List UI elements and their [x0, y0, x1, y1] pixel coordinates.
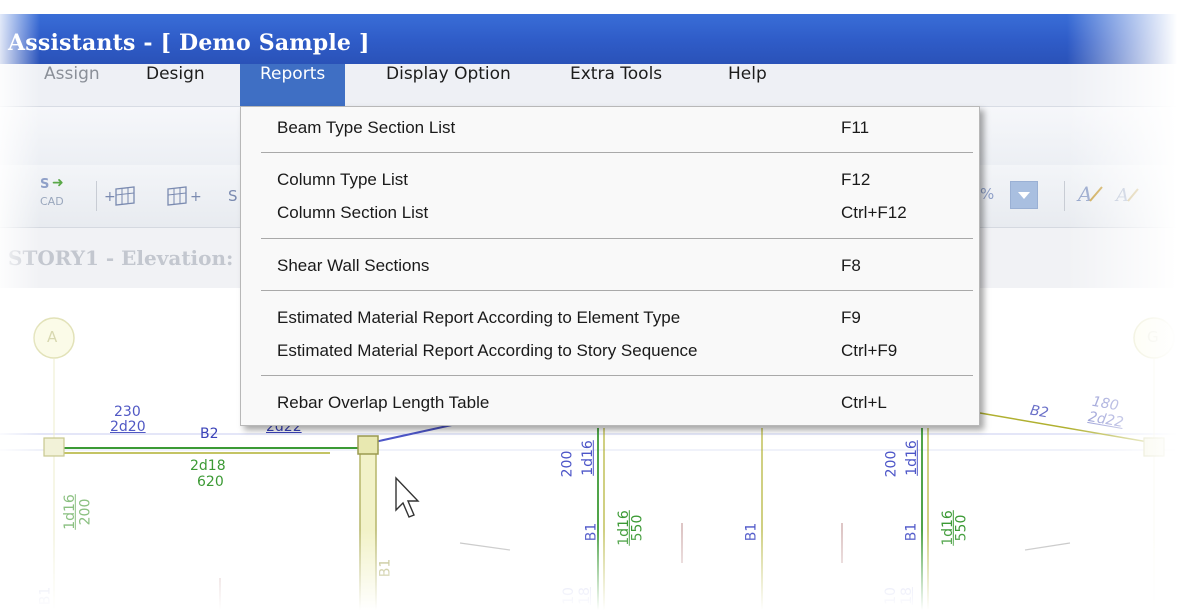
arrow-right-icon: ➜ — [52, 175, 64, 191]
menu-assign[interactable]: Assign — [44, 64, 100, 106]
beam-label: B2 — [200, 426, 219, 442]
menu-item-shortcut: F8 — [841, 256, 861, 275]
menu-divider — [261, 290, 973, 291]
window-title: Assistants - [ Demo Sample ] — [8, 30, 370, 56]
menu-item-shortcut: Ctrl+F12 — [841, 203, 907, 222]
menu-display-option[interactable]: Display Option — [386, 64, 511, 106]
svg-text:+: + — [190, 189, 202, 205]
menu-divider — [261, 152, 973, 153]
menu-item-material-report-element-type[interactable]: Estimated Material Report According to E… — [241, 303, 979, 333]
axis-label-a: A — [47, 328, 58, 346]
beam-label: 200 — [883, 450, 900, 478]
menu-item-label: Column Type List — [277, 170, 409, 189]
add-floor-icon[interactable]: + — [164, 181, 204, 211]
menu-item-material-report-story-sequence[interactable]: Estimated Material Report According to S… — [241, 336, 979, 366]
edge-fade — [0, 530, 1177, 610]
menu-item-label: Estimated Material Report According to E… — [277, 308, 681, 327]
menu-item-shortcut: F11 — [841, 118, 870, 137]
svg-text:+: + — [104, 189, 116, 205]
menu-item-shortcut: F9 — [841, 308, 861, 327]
menu-item-rebar-overlap-length-table[interactable]: Rebar Overlap Length Table Ctrl+L — [241, 388, 979, 418]
menu-item-column-section-list[interactable]: Column Section List Ctrl+F12 — [241, 198, 979, 228]
reports-menu: Beam Type Section List F11 Column Type L… — [240, 106, 980, 426]
title-bar: Assistants - [ Demo Sample ] — [0, 12, 1177, 64]
rebar-label: 2d18 — [190, 458, 226, 474]
column-node — [43, 437, 65, 457]
s-cad-top-label: S — [40, 177, 50, 192]
app-window: Assistants - [ Demo Sample ] Assign Desi… — [0, 0, 1177, 610]
menu-item-label: Estimated Material Report According to S… — [277, 341, 698, 360]
beam-label: 200 — [559, 450, 576, 478]
menu-item-shortcut: Ctrl+F9 — [841, 341, 898, 360]
rebar-label: 620 — [197, 474, 224, 490]
menu-item-shear-wall-sections[interactable]: Shear Wall Sections F8 — [241, 251, 979, 281]
toolbar-partial-s: S — [228, 187, 238, 205]
chevron-down-icon[interactable] — [1010, 181, 1038, 209]
menu-help[interactable]: Help — [728, 64, 767, 106]
edge-fade — [1067, 0, 1177, 610]
mouse-cursor-icon — [395, 476, 420, 518]
beam-label: 1d16 — [903, 440, 920, 476]
beam-label: 1d16 — [579, 440, 596, 476]
rebar-label: 1d16 — [61, 494, 78, 530]
toolbar-separator — [96, 181, 97, 211]
zoom-percent: % — [980, 185, 995, 203]
menu-divider — [261, 238, 973, 239]
beam-label: 230 — [114, 404, 141, 420]
menu-item-shortcut: Ctrl+L — [841, 393, 887, 412]
zoom-combo[interactable]: % — [978, 179, 1048, 211]
menu-item-beam-type-section-list[interactable]: Beam Type Section List F11 — [241, 113, 979, 143]
menu-item-shortcut: F12 — [841, 170, 871, 189]
edge-fade — [0, 0, 1177, 14]
beam-label: 2d20 — [110, 419, 146, 435]
s-to-cad-button[interactable]: S ➜ CAD — [38, 175, 72, 215]
menu-item-label: Rebar Overlap Length Table — [277, 393, 490, 412]
menu-divider — [261, 375, 973, 376]
s-cad-bottom-label: CAD — [40, 195, 64, 208]
menu-item-label: Column Section List — [277, 203, 429, 222]
menu-reports[interactable]: Reports — [240, 64, 346, 106]
story-elevation-label: STORY1 - Elevation: — [8, 246, 234, 270]
menu-design[interactable]: Design — [146, 64, 205, 106]
menu-item-label: Beam Type Section List — [277, 118, 456, 137]
toolbar-separator — [1064, 181, 1065, 211]
rebar-label: 200 — [77, 498, 94, 526]
menu-item-label: Shear Wall Sections — [277, 256, 430, 275]
column-node — [357, 435, 379, 455]
menu-item-column-type-list[interactable]: Column Type List F12 — [241, 165, 979, 195]
menu-extra-tools[interactable]: Extra Tools — [570, 64, 662, 106]
beam-label: B2 — [1028, 402, 1050, 422]
add-story-icon[interactable]: + — [104, 181, 142, 211]
edge-fade — [0, 0, 40, 610]
menu-bar: Assign Design Reports Display Option Ext… — [0, 64, 1177, 107]
